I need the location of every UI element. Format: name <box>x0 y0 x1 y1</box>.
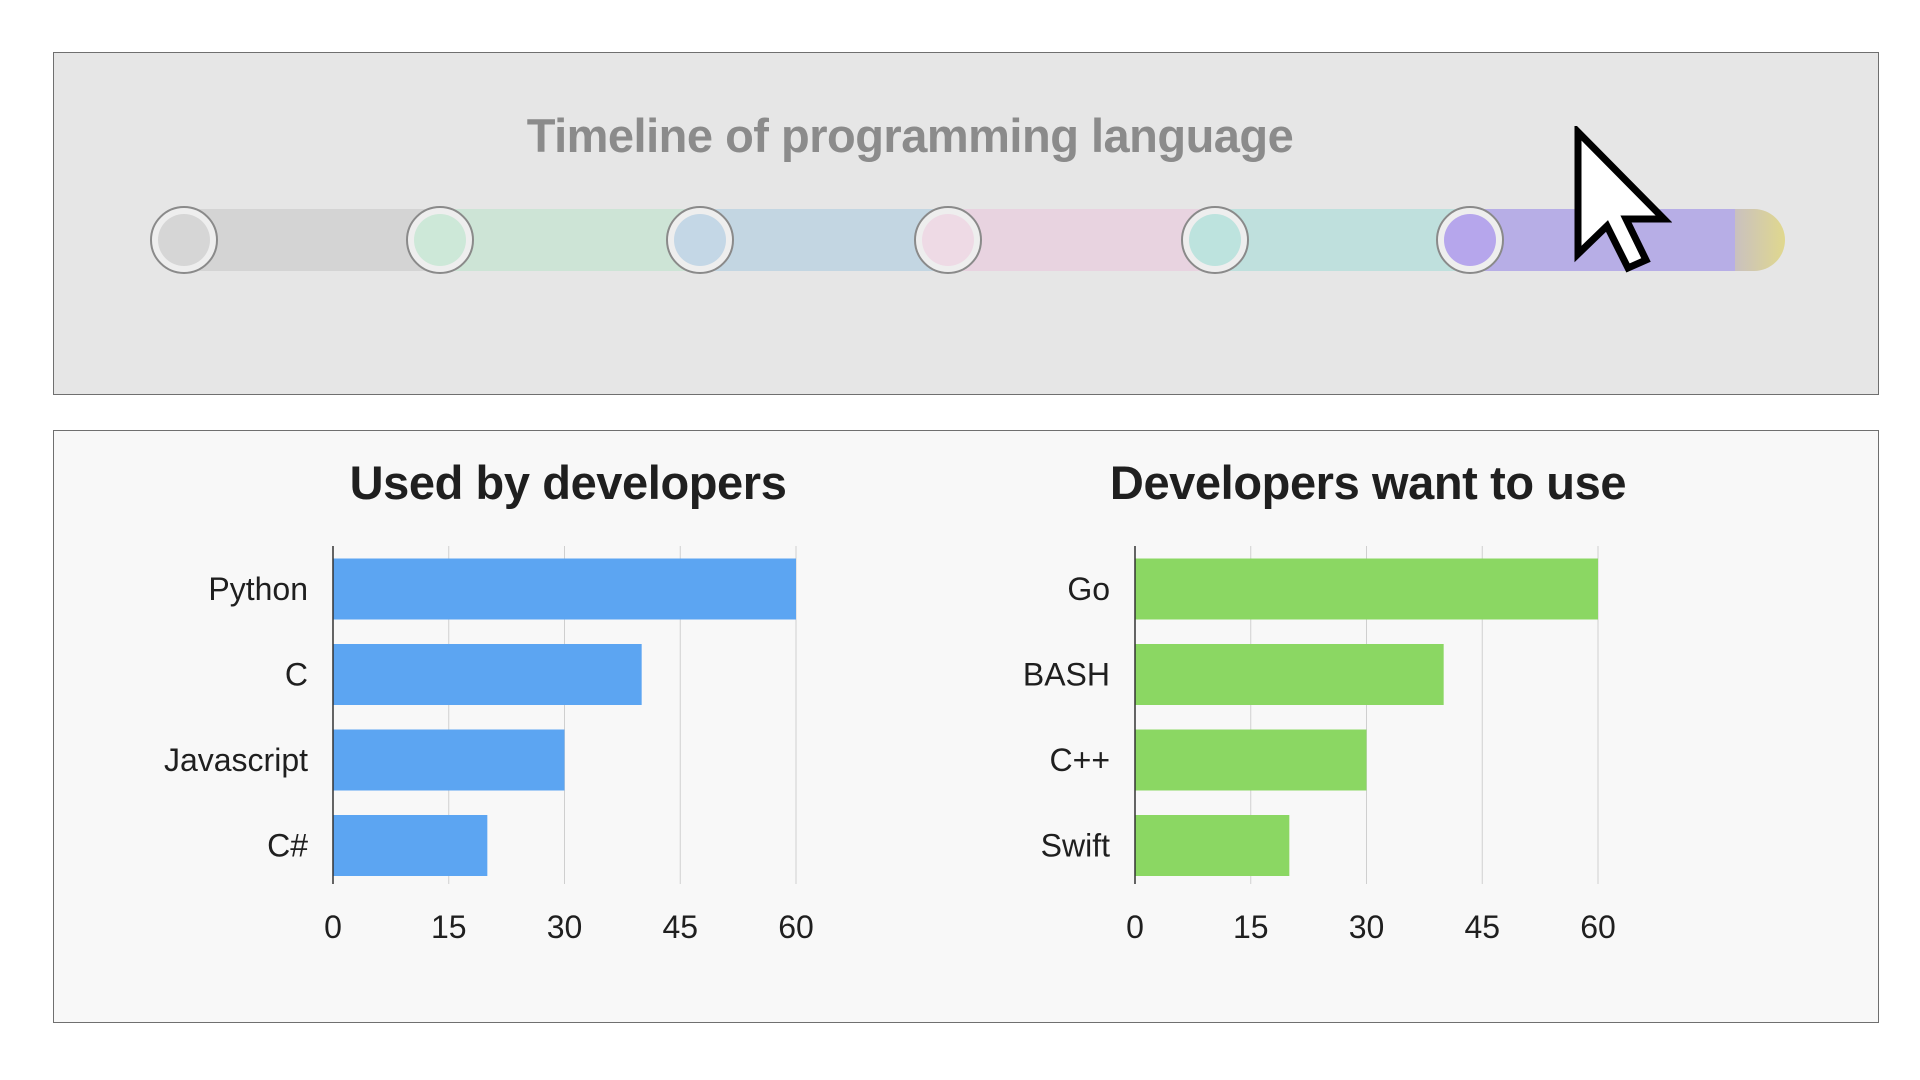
x-tick-label: 45 <box>662 909 698 945</box>
x-tick-label: 30 <box>547 909 583 945</box>
x-tick-label: 0 <box>324 909 342 945</box>
x-tick-label: 15 <box>1233 909 1269 945</box>
category-label: Swift <box>1041 828 1110 864</box>
x-tick-label: 45 <box>1464 909 1500 945</box>
bar <box>333 815 488 876</box>
chart-developers-want-to-use: Go BASH C++ Swift 0 15 30 45 60 <box>1023 546 1616 945</box>
x-tick-label: 60 <box>778 909 814 945</box>
category-label: Javascript <box>164 742 308 778</box>
bar <box>333 558 796 620</box>
x-tick-label: 30 <box>1349 909 1385 945</box>
x-tick-label: 60 <box>1580 909 1616 945</box>
bar <box>333 644 642 705</box>
category-label: C <box>285 657 308 693</box>
bar <box>1135 644 1444 705</box>
category-label: Go <box>1067 571 1110 607</box>
mouse-cursor-icon <box>1574 126 1672 273</box>
category-label: Python <box>208 571 308 607</box>
category-label: C++ <box>1050 742 1110 778</box>
x-tick-label: 0 <box>1126 909 1144 945</box>
bar <box>333 729 565 791</box>
bar <box>1135 815 1290 876</box>
bar <box>1135 729 1367 791</box>
category-label: C# <box>267 828 308 864</box>
category-label: BASH <box>1023 657 1110 693</box>
x-tick-label: 15 <box>431 909 467 945</box>
chart-used-by-developers: Python C Javascript C# 0 15 30 45 60 <box>164 546 814 945</box>
bar <box>1135 558 1598 620</box>
